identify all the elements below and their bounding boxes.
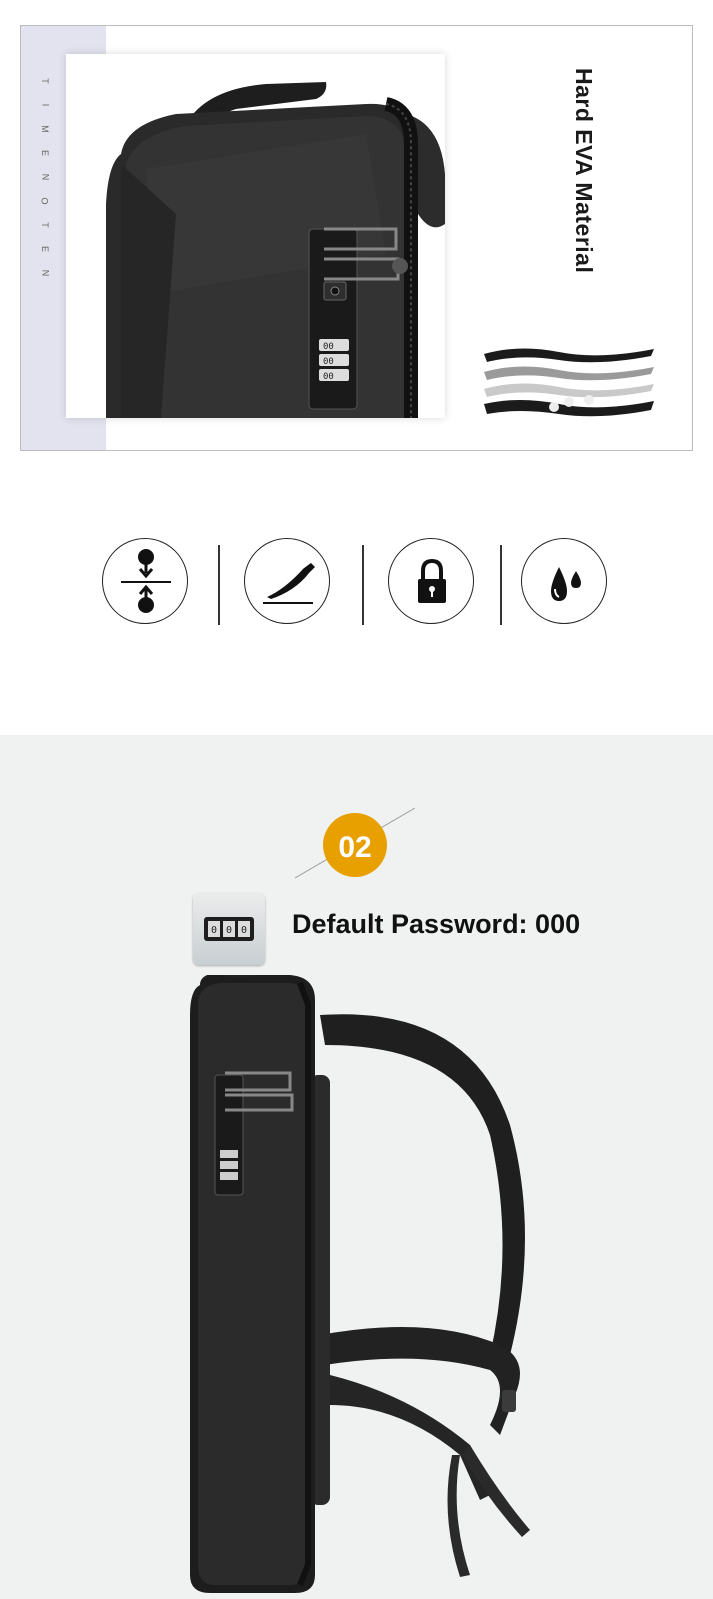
svg-text:0: 0 [226, 925, 232, 936]
bag-closeup-image: 00 00 00 [106, 82, 445, 418]
lock-feature-icon [388, 538, 474, 624]
material-layers-illustration [484, 348, 654, 417]
step-badge: 02 [294, 807, 416, 879]
brand-letter: I [39, 103, 50, 107]
step-number: 02 [338, 831, 371, 864]
product-photo-card: 00 00 00 [66, 54, 445, 418]
brand-letter: M [40, 125, 50, 133]
svg-text:00: 00 [323, 372, 334, 382]
default-password-label: Default Password: 000 [292, 909, 581, 939]
svg-text:00: 00 [323, 342, 334, 352]
waterproof-icon [521, 538, 607, 624]
brand-letter: O [39, 197, 50, 205]
brand-letter: N [40, 269, 50, 277]
brand-letter: N [40, 173, 50, 181]
combination-lock-icon: 0 0 0 [193, 893, 265, 965]
svg-text:0: 0 [211, 925, 217, 936]
brand-letter: T [40, 78, 50, 84]
anti-cut-icon [244, 538, 330, 624]
backpack-side-view-image [190, 975, 530, 1593]
compression-resistant-icon [102, 538, 188, 624]
brand-letter: E [39, 245, 50, 253]
feature-divider [218, 545, 220, 625]
feature-divider [362, 545, 364, 625]
feature-icons-row [0, 530, 713, 630]
brand-letter: E [39, 149, 50, 157]
brand-vertical-text: T I M E N O T E N [37, 76, 53, 278]
svg-text:00: 00 [323, 357, 334, 367]
svg-text:0: 0 [241, 925, 247, 936]
feature-divider [500, 545, 502, 625]
product-hero-panel: T I M E N O T E N 00 00 00 Hard EVA Material [20, 25, 693, 451]
material-title: Hard EVA Material [571, 68, 597, 274]
brand-letter: T [40, 222, 50, 228]
